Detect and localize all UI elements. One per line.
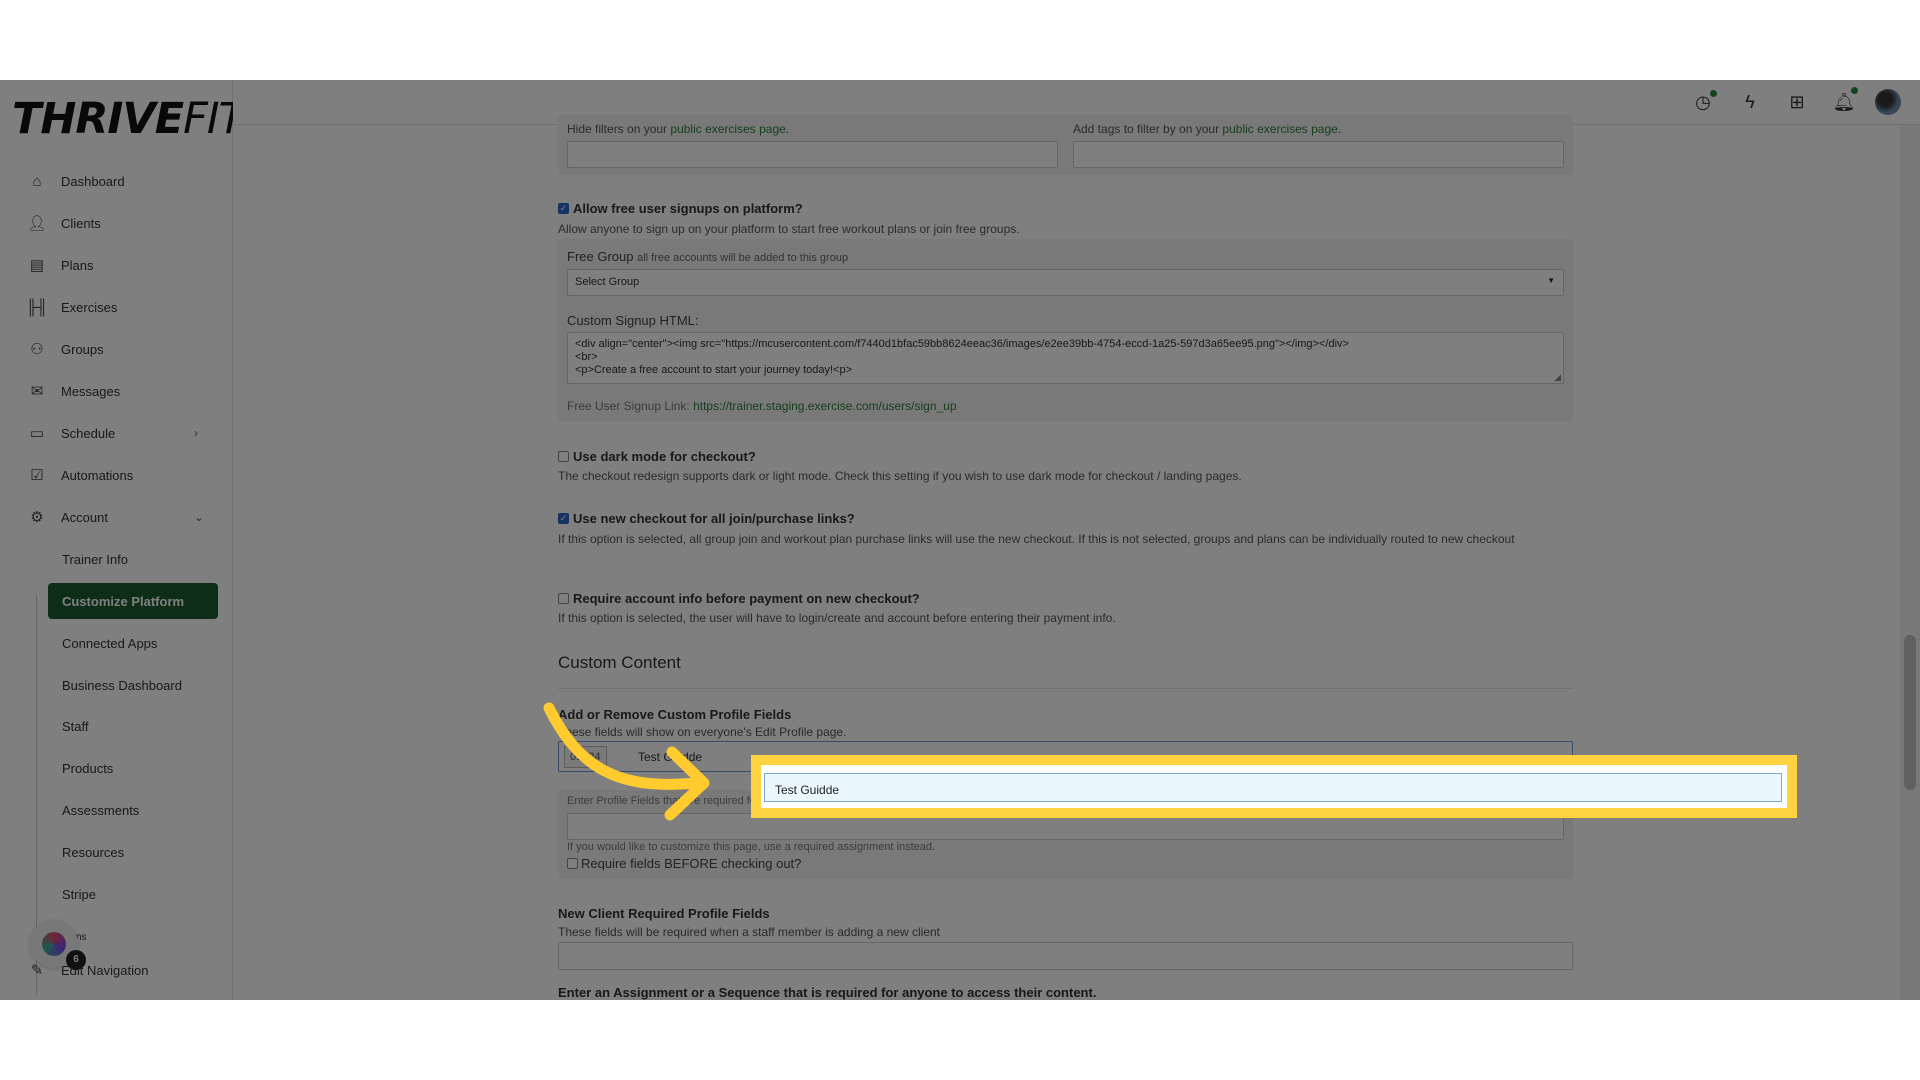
- pointer-arrow-icon: [543, 702, 710, 821]
